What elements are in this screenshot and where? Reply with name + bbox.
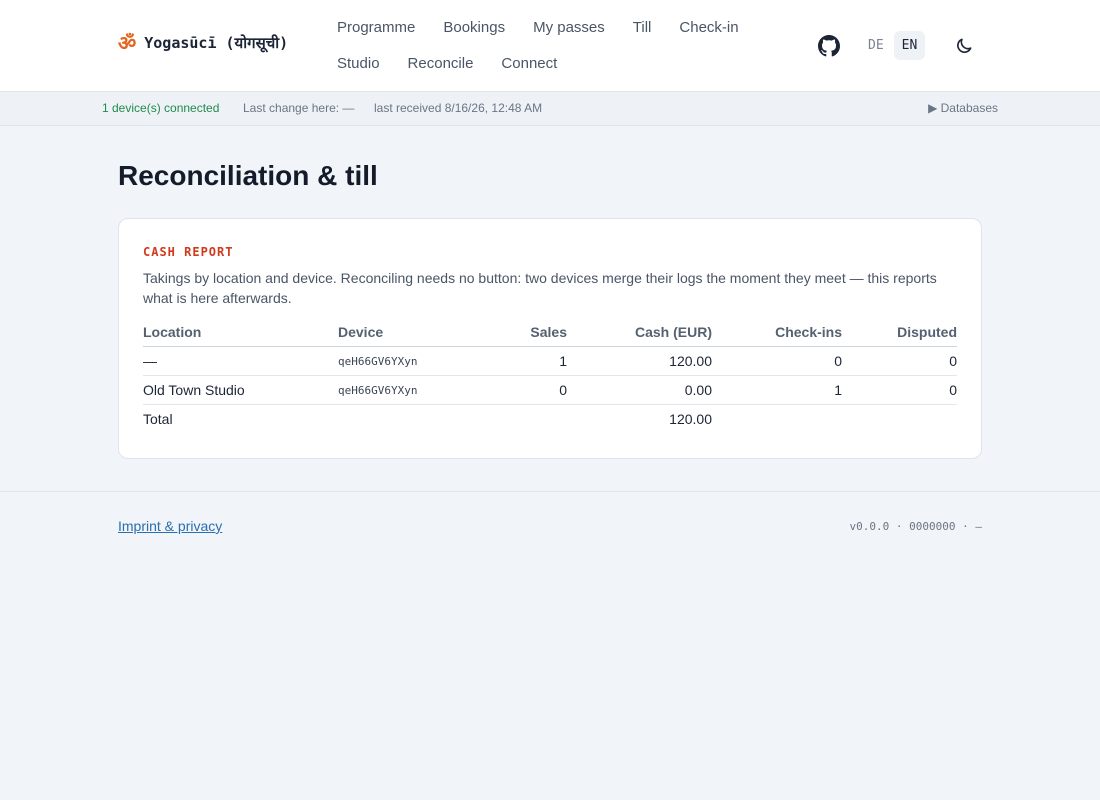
databases-toggle[interactable]: ▶ Databases	[928, 101, 998, 115]
cell-device: qeH66GV6YXyn	[338, 346, 483, 376]
total-row: Total 120.00	[143, 405, 957, 434]
cell-sales: 1	[483, 346, 567, 376]
total-cash: 120.00	[669, 411, 712, 428]
cell-checkins: 1	[712, 375, 842, 405]
cell-disputed: 0	[842, 375, 957, 405]
version-info: v0.0.0 · 0000000 · —	[849, 520, 982, 533]
col-checkins: Check-ins	[712, 324, 842, 347]
cell-disputed: 0	[842, 346, 957, 376]
top-bar: ॐ Yogasūcī (योगसूची) Programme Bookings …	[0, 0, 1100, 92]
cell-cash: 120.00	[567, 346, 712, 376]
nav-check-in[interactable]: Check-in	[671, 10, 746, 46]
nav-till[interactable]: Till	[625, 10, 660, 46]
nav-bookings[interactable]: Bookings	[435, 10, 513, 46]
last-received: last received 8/16/26, 12:48 AM	[374, 101, 543, 115]
cell-empty	[338, 405, 483, 434]
table-row: Old Town Studio qeH66GV6YXyn 0 0.00 1 0	[143, 375, 957, 405]
nav-connect[interactable]: Connect	[493, 46, 565, 82]
cell-cash: 0.00	[567, 375, 712, 405]
table-header-row: Location Device Sales Cash (EUR) Check-i…	[143, 324, 957, 347]
col-disputed: Disputed	[842, 324, 957, 347]
cash-report-table: Location Device Sales Cash (EUR) Check-i…	[143, 324, 957, 434]
table-row: — qeH66GV6YXyn 1 120.00 0 0	[143, 346, 957, 376]
cell-device: qeH66GV6YXyn	[338, 375, 483, 405]
cell-empty	[712, 405, 842, 434]
cell-location: Old Town Studio	[143, 375, 338, 405]
total-label: Total	[143, 411, 173, 428]
footer: Imprint & privacy v0.0.0 · 0000000 · —	[0, 491, 1100, 561]
moon-icon[interactable]	[954, 36, 974, 56]
last-change: Last change here: —	[243, 101, 355, 115]
cell-checkins: 0	[712, 346, 842, 376]
lang-en[interactable]: EN	[893, 31, 926, 60]
lang-de[interactable]: DE	[860, 31, 892, 60]
cell-empty	[842, 405, 957, 434]
brand-name: Yogasūcī (योगसूची)	[144, 34, 289, 52]
nav-my-passes[interactable]: My passes	[525, 10, 613, 46]
nav-programme[interactable]: Programme	[329, 10, 423, 46]
nav-reconcile[interactable]: Reconcile	[400, 46, 482, 82]
cell-empty	[483, 405, 567, 434]
github-icon[interactable]	[818, 35, 840, 57]
col-device: Device	[338, 324, 483, 347]
card-kicker: CASH REPORT	[143, 245, 234, 259]
language-switch: DE EN	[860, 31, 926, 60]
col-sales: Sales	[483, 324, 567, 347]
card-description: Takings by location and device. Reconcil…	[143, 270, 937, 306]
cash-report-card: CASH REPORT Takings by location and devi…	[118, 218, 982, 459]
om-logo-icon: ॐ	[118, 31, 137, 55]
devices-connected: 1 device(s) connected	[102, 101, 220, 115]
main-nav: Programme Bookings My passes Till Check-…	[329, 10, 769, 82]
col-cash: Cash (EUR)	[567, 324, 712, 347]
imprint-privacy-link[interactable]: Imprint & privacy	[118, 518, 222, 534]
nav-studio[interactable]: Studio	[329, 46, 388, 82]
sync-status-bar: 1 device(s) connected Last change here: …	[0, 92, 1100, 126]
page-title: Reconciliation & till	[118, 160, 378, 191]
col-location: Location	[143, 324, 338, 347]
cell-sales: 0	[483, 375, 567, 405]
brand[interactable]: ॐ Yogasūcī (योगसूची)	[118, 33, 288, 53]
cell-location: —	[143, 346, 338, 376]
